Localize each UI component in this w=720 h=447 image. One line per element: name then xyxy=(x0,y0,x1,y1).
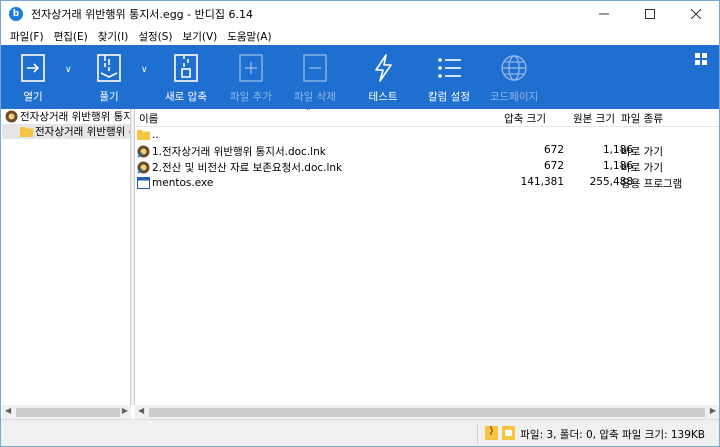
status-separator xyxy=(477,424,478,444)
menu-edit[interactable]: 편집(E) xyxy=(49,29,93,44)
sort-asc-icon: ⌃ xyxy=(305,109,312,116)
open-archive-icon xyxy=(18,53,48,83)
shortcut-icon xyxy=(137,161,150,174)
title-bar: b 전자상거래 위반행위 통지서.egg - 반디집 6.14 xyxy=(1,1,719,27)
table-row[interactable]: 1.전자상거래 위반행위 통지서.doc.lnk 672 1,186 바로 가기 xyxy=(135,143,719,159)
folder-tree: 전자상거래 위반행위 통지서.egg 전자상거래 위반행위 통지서.egg xyxy=(2,109,131,405)
add-file-button[interactable]: 파일 추가 xyxy=(227,45,275,109)
layout-grid-icon[interactable] xyxy=(695,53,707,68)
close-button[interactable] xyxy=(673,1,719,27)
row-file-type: 응용 프로그램 xyxy=(621,178,683,190)
delete-file-icon xyxy=(300,53,330,83)
archive-zip-icon xyxy=(485,426,498,440)
header-original-size[interactable]: 원본 크기 xyxy=(573,111,615,126)
list-header: 이름 ⌃ 압축 크기 원본 크기 파일 종류 xyxy=(135,109,719,127)
tree-item-child[interactable]: 전자상거래 위반행위 통지서.egg xyxy=(2,124,130,139)
table-row[interactable]: 2.전산 및 비전산 자료 보존요청서.doc.lnk 672 1,186 바로… xyxy=(135,159,719,175)
minimize-icon xyxy=(599,13,609,15)
row-packed-size: 141,381 xyxy=(520,176,564,188)
globe-icon xyxy=(499,53,529,83)
tree-horizontal-scrollbar[interactable]: ◀ ▶ xyxy=(2,405,131,419)
test-label: 테스트 xyxy=(368,91,398,103)
scroll-left-icon[interactable]: ◀ xyxy=(5,406,11,415)
shortcut-icon xyxy=(137,145,150,158)
new-archive-icon xyxy=(171,53,201,83)
scroll-left-icon[interactable]: ◀ xyxy=(138,406,144,415)
open-button[interactable]: 열기 xyxy=(15,45,51,109)
open-dropdown-chevron-icon[interactable]: ∨ xyxy=(65,65,72,75)
close-icon xyxy=(691,9,701,19)
parent-dir-row[interactable]: .. xyxy=(135,127,719,143)
tree-root-label: 전자상거래 위반행위 통지서.egg xyxy=(20,111,130,123)
table-row[interactable]: mentos.exe 141,381 255,488 응용 프로그램 xyxy=(135,175,719,191)
menu-settings[interactable]: 설정(S) xyxy=(133,29,177,44)
column-settings-button[interactable]: 칼럼 설정 xyxy=(423,45,475,109)
row-name: mentos.exe xyxy=(152,176,214,189)
maximize-icon xyxy=(645,9,655,19)
lightning-icon xyxy=(368,53,398,83)
list-columns-icon xyxy=(434,53,464,83)
codepage-label: 코드페이지 xyxy=(489,91,539,103)
row-packed-size: 672 xyxy=(543,160,564,172)
extract-button[interactable]: 풀기 xyxy=(91,45,127,109)
menu-bar: 파일(F) 편집(E) 찾기(I) 설정(S) 보기(V) 도움말(A) xyxy=(1,27,719,45)
egg-archive-icon xyxy=(5,110,18,123)
row-packed-size: 672 xyxy=(543,144,564,156)
parent-dir-label: .. xyxy=(152,128,159,141)
row-file-type: 바로 가기 xyxy=(621,162,663,174)
minimize-button[interactable] xyxy=(581,1,627,27)
codepage-button[interactable]: 코드페이지 xyxy=(487,45,541,109)
row-name: 1.전자상거래 위반행위 통지서.doc.lnk xyxy=(152,146,326,158)
header-file-type[interactable]: 파일 종류 xyxy=(621,111,663,126)
list-scroll-thumb[interactable] xyxy=(149,408,705,417)
archive-file-icon xyxy=(502,426,515,440)
menu-help[interactable]: 도움말(A) xyxy=(222,29,276,44)
row-file-type: 바로 가기 xyxy=(621,146,663,158)
open-label: 열기 xyxy=(23,91,43,103)
menu-view[interactable]: 보기(V) xyxy=(178,29,223,44)
folder-icon xyxy=(137,128,150,141)
new-archive-button[interactable]: 새로 압축 xyxy=(161,45,211,109)
status-icons xyxy=(485,426,515,440)
column-settings-label: 칼럼 설정 xyxy=(428,91,470,103)
header-name[interactable]: 이름 xyxy=(139,111,158,126)
toolbar: 열기 ∨ 풀기 ∨ 새로 압축 파일 추가 파일 삭제 테스트 칼럼 설정 코드… xyxy=(1,45,719,109)
add-file-icon xyxy=(236,53,266,83)
menu-find[interactable]: 찾기(I) xyxy=(93,29,134,44)
window-controls xyxy=(581,1,719,27)
file-list: 이름 ⌃ 압축 크기 원본 크기 파일 종류 .. 1.전자상거래 위반행위 통… xyxy=(135,109,719,405)
scroll-right-icon[interactable]: ▶ xyxy=(710,406,716,415)
maximize-button[interactable] xyxy=(627,1,673,27)
extract-dropdown-chevron-icon[interactable]: ∨ xyxy=(141,65,148,75)
bandizip-app-icon: b xyxy=(9,7,23,21)
status-summary: 파일: 3, 폴더: 0, 압축 파일 크기: 139KB xyxy=(520,429,705,441)
status-bar: 파일: 3, 폴더: 0, 압축 파일 크기: 139KB xyxy=(1,419,719,446)
tree-scroll-thumb[interactable] xyxy=(16,408,120,417)
menu-file[interactable]: 파일(F) xyxy=(5,29,49,44)
new-archive-label: 새로 압축 xyxy=(165,91,207,103)
header-packed-size[interactable]: 압축 크기 xyxy=(504,111,546,126)
exe-icon xyxy=(137,176,150,189)
bandizip-window: b 전자상거래 위반행위 통지서.egg - 반디집 6.14 파일(F) 편집… xyxy=(0,0,720,447)
test-button[interactable]: 테스트 xyxy=(365,45,401,109)
window-title: 전자상거래 위반행위 통지서.egg - 반디집 6.14 xyxy=(31,8,253,21)
add-file-label: 파일 추가 xyxy=(230,91,272,103)
folder-icon xyxy=(20,125,33,138)
tree-child-label: 전자상거래 위반행위 통지서.egg xyxy=(35,126,130,138)
row-name: 2.전산 및 비전산 자료 보존요청서.doc.lnk xyxy=(152,162,343,174)
list-horizontal-scrollbar[interactable]: ◀ ▶ xyxy=(135,405,719,419)
extract-label: 풀기 xyxy=(99,91,119,103)
scroll-right-icon[interactable]: ▶ xyxy=(122,406,128,415)
extract-zip-icon xyxy=(94,53,124,83)
delete-file-label: 파일 삭제 xyxy=(294,91,336,103)
delete-file-button[interactable]: 파일 삭제 xyxy=(291,45,339,109)
tree-item-root[interactable]: 전자상거래 위반행위 통지서.egg xyxy=(2,109,130,124)
